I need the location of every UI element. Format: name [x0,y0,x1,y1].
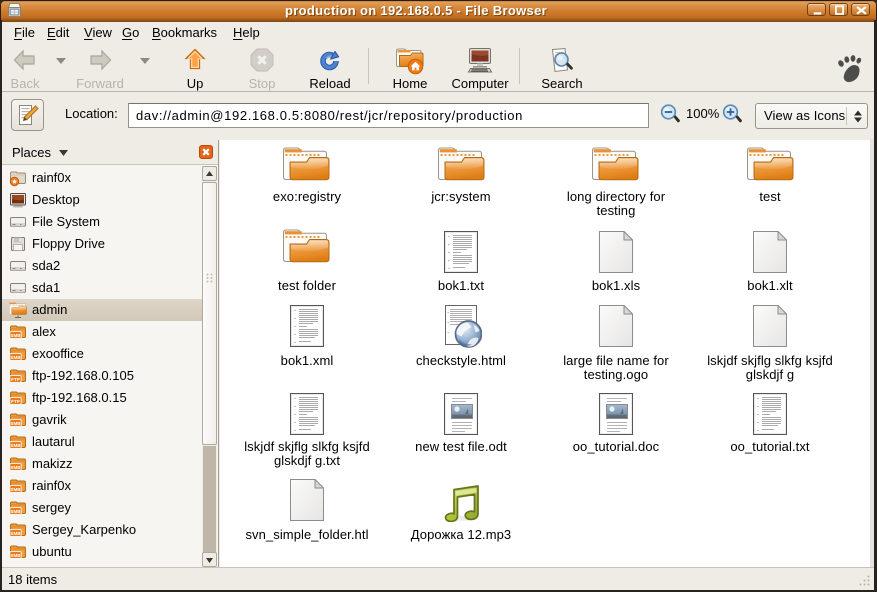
svg-text:SMB: SMB [10,531,21,536]
svg-text:SMB: SMB [10,333,21,338]
svg-text:SMB: SMB [10,553,21,558]
svg-text:SMB: SMB [10,355,21,360]
svg-text:SMB: SMB [10,509,21,514]
svg-text:FTP: FTP [11,377,20,382]
svg-text:SMB: SMB [10,487,21,492]
svg-text:FTP: FTP [11,399,20,404]
svg-text:SMB: SMB [10,465,21,470]
svg-text:SMB: SMB [10,443,21,448]
svg-text:SMB: SMB [10,421,21,426]
